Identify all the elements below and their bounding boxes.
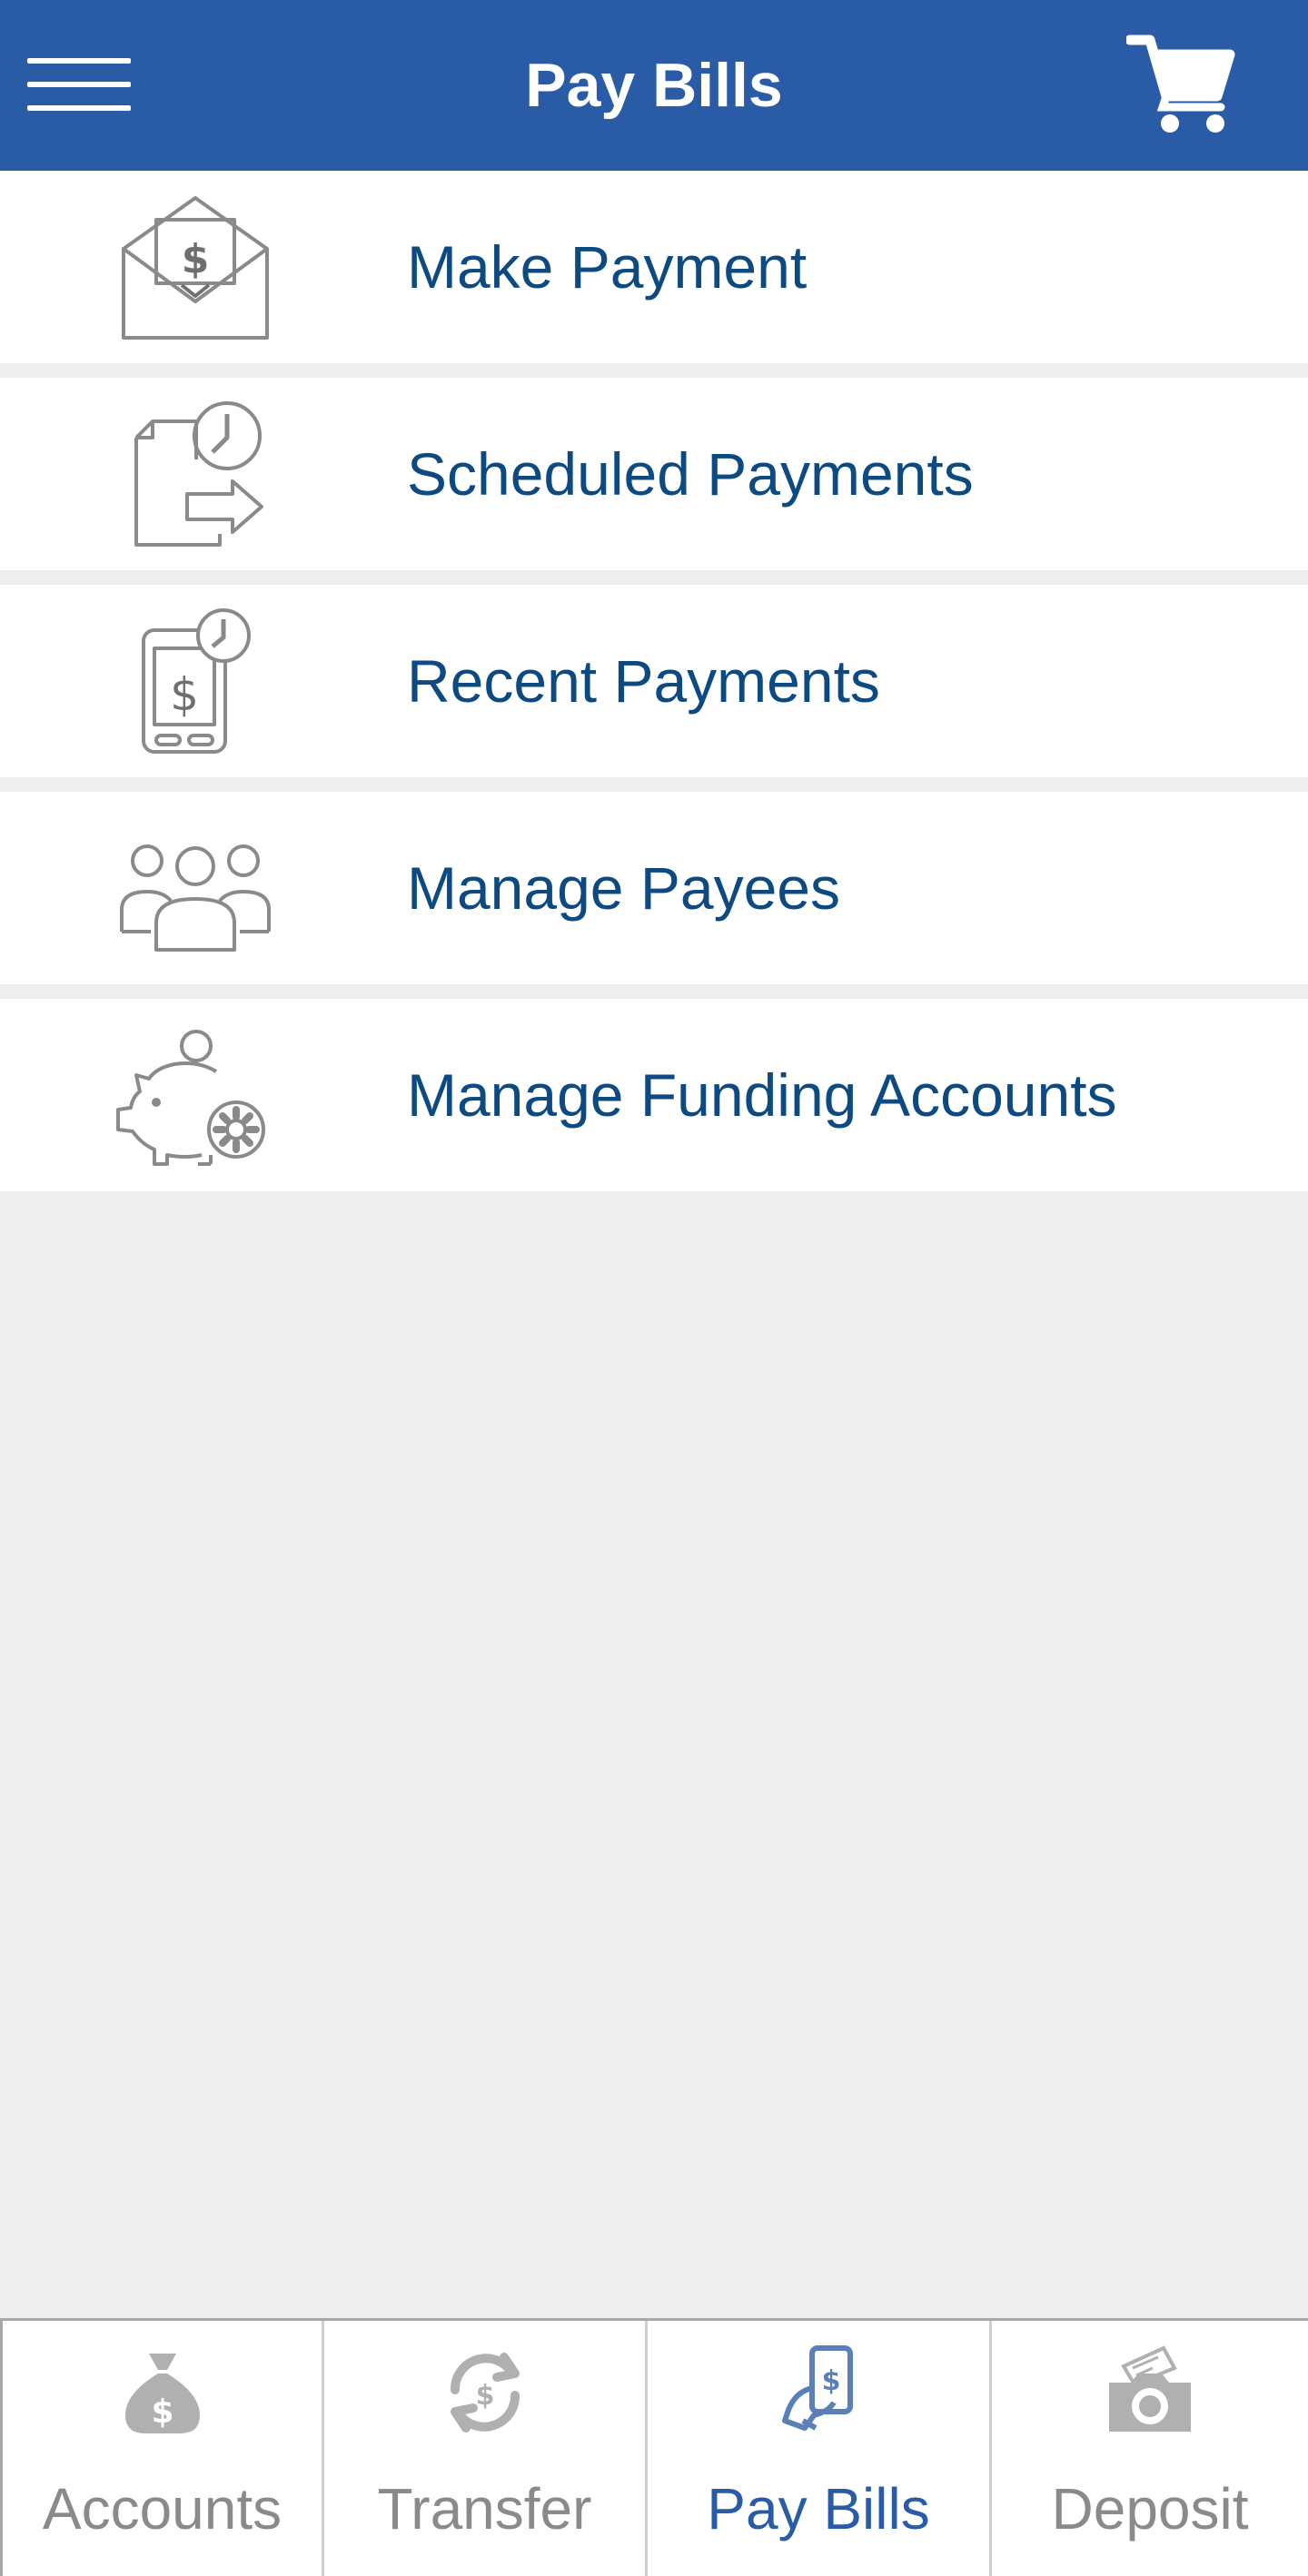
envelope-dollar-icon: $ — [109, 194, 282, 340]
menu-item-label: Make Payment — [407, 233, 808, 301]
transfer-cycle-icon: $ — [435, 2343, 535, 2443]
tab-pay-bills[interactable]: $ Pay Bills — [648, 2321, 992, 2576]
pay-bills-phone-icon: $ — [768, 2343, 868, 2443]
svg-text:$: $ — [151, 2393, 173, 2431]
bottom-tab-bar: $ Accounts $ Transfer $ Pay Bills Deposi… — [0, 2318, 1308, 2576]
hamburger-menu-icon[interactable] — [27, 54, 134, 114]
menu-item-label: Recent Payments — [407, 647, 880, 715]
menu-item-scheduled-payments[interactable]: Scheduled Payments — [0, 378, 1308, 570]
tab-label: Transfer — [377, 2476, 592, 2541]
tab-deposit[interactable]: Deposit — [992, 2321, 1308, 2576]
tab-label: Pay Bills — [707, 2476, 930, 2541]
menu-item-label: Manage Payees — [407, 854, 840, 922]
document-clock-arrow-icon — [109, 401, 282, 547]
svg-text:$: $ — [182, 236, 210, 282]
menu-item-label: Manage Funding Accounts — [407, 1061, 1117, 1129]
tab-transfer[interactable]: $ Transfer — [324, 2321, 648, 2576]
shopping-cart-icon[interactable] — [1125, 35, 1235, 136]
tab-label: Deposit — [1051, 2476, 1249, 2541]
people-group-icon — [109, 815, 282, 961]
menu-item-label: Scheduled Payments — [407, 440, 974, 508]
tab-accounts[interactable]: $ Accounts — [0, 2321, 324, 2576]
top-header-bar: Pay Bills — [0, 0, 1308, 171]
pay-bills-menu-list: $ Make Payment Scheduled Payments $ Rece… — [0, 171, 1308, 1206]
piggy-bank-gear-icon — [109, 1022, 282, 1168]
menu-item-manage-funding-accounts[interactable]: Manage Funding Accounts — [0, 999, 1308, 1191]
tab-label: Accounts — [42, 2476, 282, 2541]
money-bag-icon: $ — [113, 2343, 213, 2443]
menu-item-manage-payees[interactable]: Manage Payees — [0, 792, 1308, 984]
camera-check-icon — [1100, 2343, 1200, 2443]
menu-item-recent-payments[interactable]: $ Recent Payments — [0, 585, 1308, 777]
svg-text:$: $ — [475, 2380, 494, 2412]
menu-item-make-payment[interactable]: $ Make Payment — [0, 171, 1308, 363]
svg-text:$: $ — [170, 668, 199, 721]
phone-dollar-clock-icon: $ — [109, 608, 282, 754]
svg-text:$: $ — [822, 2365, 841, 2397]
app-screen: Pay Bills $ Make Payment Scheduled Payme… — [0, 0, 1308, 2576]
page-title: Pay Bills — [525, 51, 783, 120]
